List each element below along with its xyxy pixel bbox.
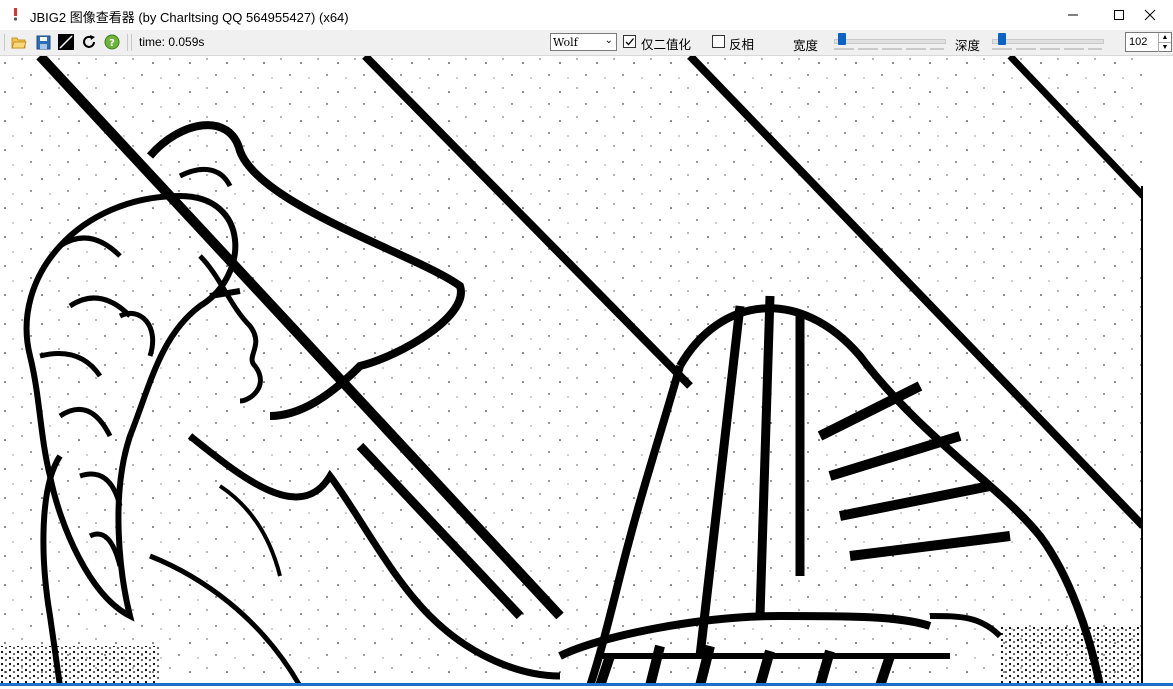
elapsed-time-label: time: 0.059s: [139, 35, 205, 49]
width-slider-ticks: [834, 48, 944, 50]
svg-text:?: ?: [109, 38, 115, 49]
binarize-only-label[interactable]: 仅二值化: [641, 34, 691, 53]
depth-slider-ticks: [992, 48, 1102, 50]
refresh-button[interactable]: [80, 33, 98, 51]
help-icon: ?: [104, 34, 120, 50]
window-title: JBIG2 图像查看器 (by Charltsing QQ 564955427)…: [30, 10, 349, 25]
algorithm-select[interactable]: Wolf ⌄: [550, 33, 617, 51]
close-button[interactable]: [1127, 0, 1173, 30]
depth-slider-track[interactable]: [992, 39, 1104, 44]
toolbar: ? time: 0.059s Wolf ⌄ 仅二值化 反相 宽度 深度 102 …: [0, 30, 1173, 56]
width-slider-label: 宽度: [793, 39, 819, 53]
invert-icon: [58, 34, 74, 50]
toolbar-grip: [4, 34, 5, 51]
toolbar-separator: [127, 34, 128, 51]
width-slider-thumb[interactable]: [838, 33, 846, 45]
binarized-line-art-image: [0, 52, 1173, 688]
app-icon: [13, 8, 18, 21]
minimize-button[interactable]: [1050, 0, 1096, 30]
checkmark-icon: [625, 38, 634, 46]
threshold-value: 102: [1129, 36, 1148, 48]
refresh-icon: [83, 35, 95, 48]
threshold-spinbox[interactable]: 102 ▲ ▼: [1125, 32, 1172, 52]
save-icon: [36, 35, 50, 49]
spin-down-button[interactable]: ▼: [1158, 42, 1171, 52]
title-bar: JBIG2 图像查看器 (by Charltsing QQ 564955427)…: [0, 0, 1173, 30]
depth-slider-label: 深度: [955, 39, 981, 53]
invert-image-button[interactable]: [57, 33, 75, 51]
close-icon: [1144, 9, 1156, 21]
open-folder-icon: [11, 37, 27, 49]
width-slider-track[interactable]: [834, 39, 946, 44]
algorithm-value: Wolf: [553, 36, 578, 49]
invert-label[interactable]: 反相: [729, 34, 754, 53]
help-button[interactable]: ?: [103, 33, 121, 51]
depth-slider-thumb[interactable]: [998, 33, 1006, 45]
chevron-down-icon: ⌄: [604, 35, 613, 46]
binarize-only-checkbox[interactable]: [623, 35, 636, 48]
toolbar-separator: [131, 34, 132, 51]
invert-checkbox[interactable]: [712, 35, 725, 48]
spin-up-button[interactable]: ▲: [1158, 33, 1171, 42]
maximize-icon: [1114, 10, 1124, 20]
image-canvas[interactable]: [0, 52, 1173, 688]
save-button[interactable]: [34, 33, 52, 51]
minimize-icon: [1068, 14, 1078, 16]
open-button[interactable]: [10, 33, 28, 51]
